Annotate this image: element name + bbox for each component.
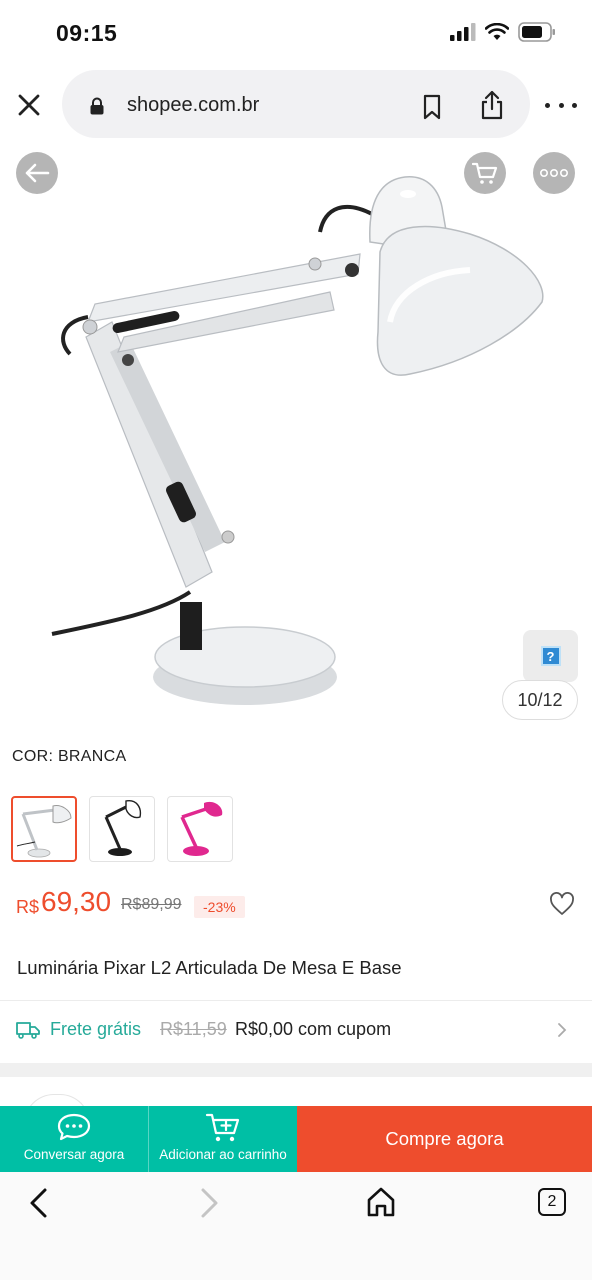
- truck-icon: [16, 1022, 40, 1039]
- chat-now-label: Conversar agora: [23, 1147, 125, 1162]
- product-image-gallery[interactable]: ? 10/12: [0, 142, 592, 724]
- heart-icon[interactable]: [549, 892, 575, 916]
- address-bar[interactable]: shopee.com.br: [62, 70, 530, 138]
- free-shipping-label: Frete grátis: [50, 1019, 142, 1039]
- signal-icon: [450, 23, 476, 41]
- tabs-button[interactable]: 2: [538, 1188, 566, 1216]
- home-icon[interactable]: [366, 1186, 396, 1218]
- browser-bottom-nav: 2: [0, 1172, 592, 1280]
- arrow-left-icon: [25, 163, 50, 183]
- back-float-button[interactable]: [16, 152, 58, 194]
- next-section-peek: [0, 1077, 592, 1107]
- shipping-new-price: R$0,00 com cupom: [235, 1019, 392, 1039]
- lock-icon: [90, 97, 104, 115]
- close-button[interactable]: [14, 90, 44, 120]
- bookmark-icon[interactable]: [422, 94, 442, 120]
- wifi-icon: [485, 23, 509, 40]
- variation-thumb-branca[interactable]: [11, 796, 77, 862]
- status-bar: 09:15: [0, 0, 592, 66]
- chat-icon: [57, 1113, 91, 1141]
- more-dots-icon: [540, 168, 568, 178]
- status-icons: [450, 22, 556, 42]
- lamp-thumb-white: [16, 805, 72, 858]
- url-text: shopee.com.br: [127, 94, 260, 116]
- product-title: Luminária Pixar L2 Articulada De Mesa E …: [17, 957, 402, 978]
- product-photo: [51, 176, 544, 705]
- add-to-cart-label: Adicionar ao carrinho: [159, 1147, 287, 1162]
- variation-thumb-preta[interactable]: [89, 796, 155, 862]
- variation-thumbnails: [11, 796, 233, 862]
- browser-bar: shopee.com.br: [0, 66, 592, 142]
- cart-float-button[interactable]: [464, 152, 506, 194]
- original-price: R$89,99: [121, 896, 182, 913]
- price-row: R$ 69,30 R$89,99 -23%: [16, 886, 576, 926]
- cart-icon: [472, 162, 498, 184]
- share-icon[interactable]: [480, 90, 504, 120]
- action-bar: Conversar agora Adicionar ao carrinho Co…: [0, 1106, 592, 1172]
- variation-thumb-rosa[interactable]: [167, 796, 233, 862]
- lamp-thumb-pink: [180, 801, 223, 856]
- browser-more-icon[interactable]: [545, 96, 577, 114]
- price-currency: R$: [16, 897, 40, 917]
- add-cart-icon: [205, 1113, 240, 1142]
- discount-badge: -23%: [194, 896, 245, 918]
- chat-now-button[interactable]: Conversar agora: [0, 1106, 148, 1172]
- shipping-old-price: R$11,59: [160, 1019, 227, 1039]
- image-counter: 10/12: [502, 680, 578, 720]
- price-value: 69,30: [41, 886, 112, 917]
- battery-icon: [518, 22, 555, 42]
- status-time: 09:15: [56, 20, 118, 46]
- help-button[interactable]: ?: [523, 630, 578, 682]
- nav-back-icon[interactable]: [26, 1186, 52, 1220]
- variation-label: COR: BRANCA: [12, 748, 127, 765]
- more-float-button[interactable]: [533, 152, 575, 194]
- chevron-right-icon: [558, 1023, 567, 1037]
- add-to-cart-button[interactable]: Adicionar ao carrinho: [148, 1106, 297, 1172]
- buy-now-button[interactable]: Compre agora: [297, 1106, 592, 1172]
- section-separator: [0, 1063, 592, 1077]
- shipping-row[interactable]: Frete grátis R$11,59 R$0,00 com cupom: [0, 1001, 592, 1061]
- help-icon: ?: [540, 646, 561, 666]
- close-icon: [18, 94, 40, 116]
- lamp-thumb-black: [104, 800, 142, 856]
- nav-forward-icon[interactable]: [196, 1186, 222, 1220]
